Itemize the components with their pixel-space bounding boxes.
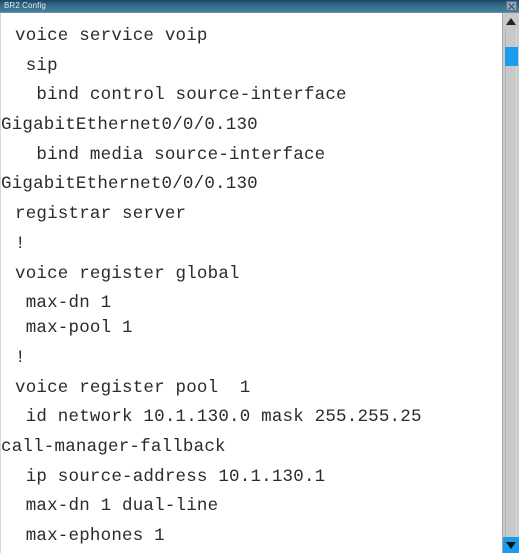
scroll-up-button[interactable] (503, 13, 519, 29)
config-line: voice register global (15, 263, 240, 284)
config-window: BR2 Config voice service voip sip bind c… (0, 0, 519, 553)
config-line: bind control source-interface (15, 85, 347, 106)
arrow-up-icon (506, 17, 516, 25)
config-line: ! (15, 233, 26, 254)
config-line: registrar server (15, 204, 187, 225)
config-text-area[interactable]: voice service voip sip bind control sour… (0, 13, 502, 553)
close-icon (508, 2, 515, 10)
close-button[interactable] (506, 1, 517, 11)
scrollbar-track[interactable] (505, 29, 517, 537)
config-line: max-dn 1 (15, 293, 112, 314)
window-titlebar[interactable]: BR2 Config (0, 0, 519, 13)
config-line: ! (15, 347, 26, 368)
config-line: voice service voip (15, 26, 208, 46)
scrollbar-thumb[interactable] (505, 47, 518, 66)
config-line: ip source-address 10.1.130.1 (15, 466, 326, 487)
arrow-down-icon (506, 541, 516, 549)
config-text: voice service voip sip bind control sour… (1, 13, 502, 552)
window-title: BR2 Config (4, 1, 46, 10)
config-line: GigabitEthernet0/0/0.130 (1, 115, 258, 136)
config-line: max-dn 1 dual-line (15, 496, 219, 517)
config-line: GigabitEthernet0/0/0.130 (1, 174, 258, 195)
config-line: call-manager-fallback (1, 436, 226, 457)
vertical-scrollbar[interactable] (502, 13, 519, 553)
scroll-down-button[interactable] (503, 537, 519, 553)
config-line: voice register pool 1 (15, 377, 251, 398)
config-line: bind media source-interface (15, 144, 326, 165)
config-line: max-pool 1 (15, 318, 133, 339)
config-line: sip (15, 55, 58, 76)
config-line: max-ephones 1 (15, 526, 165, 546)
config-line: id network 10.1.130.0 mask 255.255.25 (15, 407, 422, 428)
